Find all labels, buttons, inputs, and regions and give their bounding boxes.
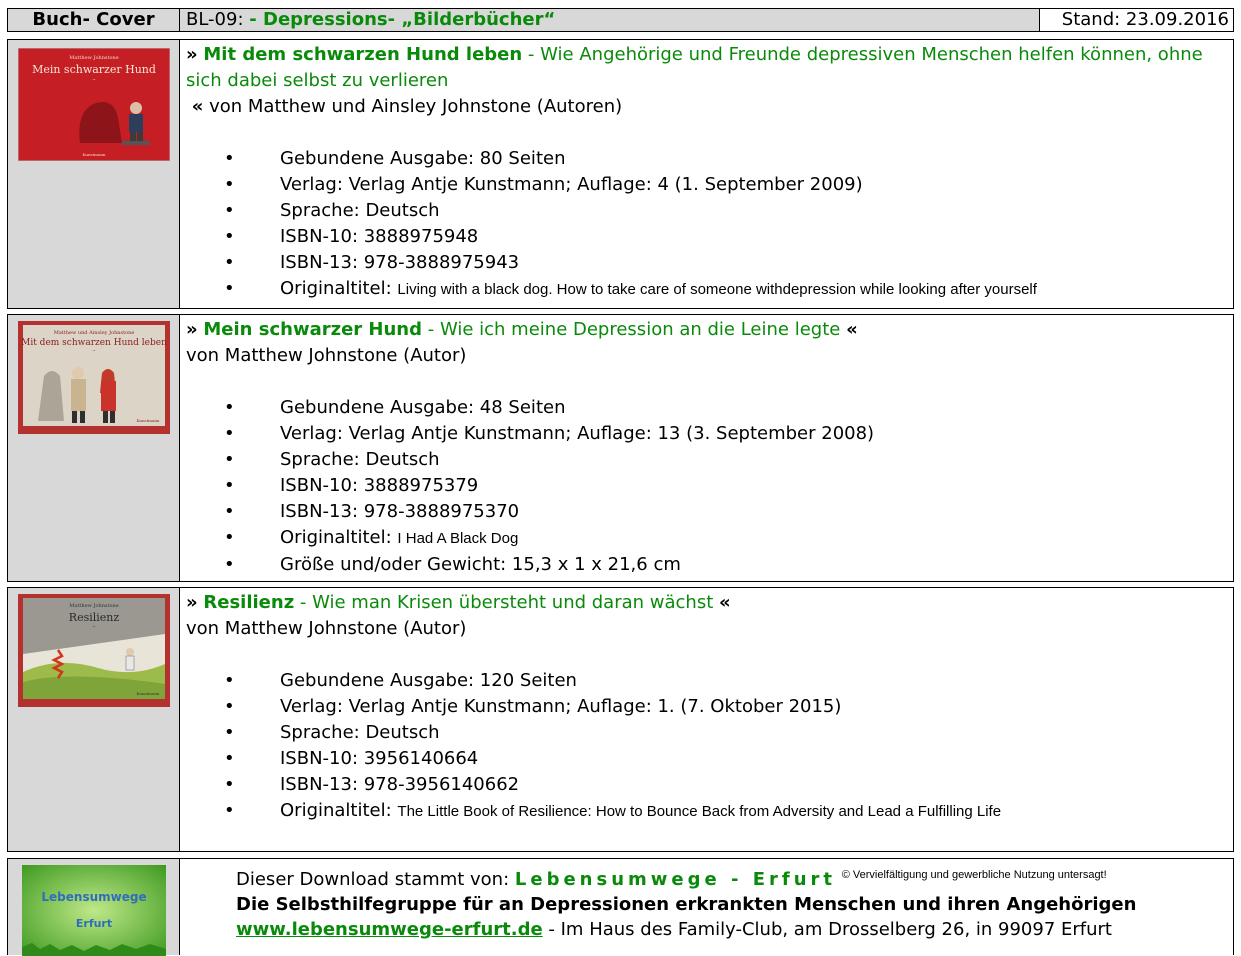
book-title-3: » Resilienz - Wie man Krisen übersteht u… <box>186 590 1227 616</box>
list-item: ISBN-10: 3956140664 <box>186 746 1227 772</box>
orig-value: Living with a black dog. How to take car… <box>397 281 1037 298</box>
list-item: Gebundene Ausgabe: 120 Seiten <box>186 668 1227 694</box>
close-quote: « <box>846 319 858 340</box>
book-details-list-1: Gebundene Ausgabe: 80 Seiten Verlag: Ver… <box>186 146 1227 303</box>
close-quote: « <box>191 96 204 117</box>
book-row-2: Matthew und Ainsley Johnstone Mit dem sc… <box>7 314 1234 582</box>
book-details-list-3: Gebundene Ausgabe: 120 Seiten Verlag: Ve… <box>186 668 1227 825</box>
cover-title-text-3: Resilienz <box>69 611 120 624</box>
book-details-list-2: Gebundene Ausgabe: 48 Seiten Verlag: Ver… <box>186 395 1227 578</box>
book-details-2: » Mein schwarzer Hund - Wie ich meine De… <box>180 315 1233 581</box>
book-cover-cell-2: Matthew und Ainsley Johnstone Mit dem sc… <box>8 315 180 581</box>
header-code: BL-09: <box>186 9 244 30</box>
book-authors-2: von Matthew Johnstone (Autor) <box>186 345 467 366</box>
svg-text:~: ~ <box>92 348 95 353</box>
book-row-3: Matthew Johnstone Resilienz ~ Kunstmann … <box>7 587 1234 852</box>
book-title-1: » Mit dem schwarzen Hund leben - Wie Ang… <box>186 42 1227 94</box>
open-quote: » <box>186 592 198 613</box>
list-item: Verlag: Verlag Antje Kunstmann; Auflage:… <box>186 421 1227 447</box>
footer-text-cell: Dieser Download stammt von: Lebensumwege… <box>180 859 1233 955</box>
book-cover-image-1: Matthew Johnstone Mein schwarzer Hund ~ … <box>18 48 170 161</box>
orig-value: I Had A Black Dog <box>397 530 519 547</box>
book-cover-image-2: Matthew und Ainsley Johnstone Mit dem sc… <box>18 321 170 434</box>
cover-title-text-1: Mein schwarzer Hund <box>32 63 156 76</box>
header-title-cell: BL-09: - Depressions- „Bilderbücher“ <box>180 9 1040 31</box>
book-title-bold-2: Mein schwarzer Hund <box>203 319 423 340</box>
list-item-original-title: Originaltitel: I Had A Black Dog <box>186 525 1227 552</box>
website-link[interactable]: www.lebensumwege-erfurt.de <box>236 919 543 940</box>
orig-label: Originaltitel: <box>280 800 398 821</box>
lebensumwege-logo: Lebensumwege Erfurt <box>22 865 166 956</box>
list-item: Verlag: Verlag Antje Kunstmann; Auflage:… <box>186 694 1227 720</box>
book-cover-image-3: Matthew Johnstone Resilienz ~ Kunstmann <box>18 594 170 707</box>
list-item: Sprache: Deutsch <box>186 447 1227 473</box>
brand-name: Lebensumwege - Erfurt <box>514 869 836 890</box>
svg-text:Matthew Johnstone: Matthew Johnstone <box>69 55 118 61</box>
list-item: Größe und/oder Gewicht: 15,3 x 1 x 21,6 … <box>186 552 1227 578</box>
book-authors-1: « von Matthew und Ainsley Johnstone (Aut… <box>186 94 1227 120</box>
group-description: Die Selbsthilfegruppe für an Depressione… <box>236 894 1137 915</box>
book-title-2: » Mein schwarzer Hund - Wie ich meine De… <box>186 317 1227 343</box>
list-item: Verlag: Verlag Antje Kunstmann; Auflage:… <box>186 172 1227 198</box>
list-item: Gebundene Ausgabe: 48 Seiten <box>186 395 1227 421</box>
list-item: Gebundene Ausgabe: 80 Seiten <box>186 146 1227 172</box>
close-quote: « <box>719 592 731 613</box>
list-item: Sprache: Deutsch <box>186 198 1227 224</box>
footer-logo-cell: Lebensumwege Erfurt <box>8 859 180 956</box>
list-item-original-title: Originaltitel: Living with a black dog. … <box>186 276 1227 303</box>
svg-text:Matthew und Ainsley Johnstone: Matthew und Ainsley Johnstone <box>54 330 135 336</box>
header-row: Buch- Cover BL-09: - Depressions- „Bilde… <box>7 8 1234 32</box>
copyright-note: © Vervielfältigung und gewerbliche Nutzu… <box>841 869 1107 881</box>
list-item: ISBN-10: 3888975379 <box>186 473 1227 499</box>
svg-text:~: ~ <box>92 77 95 82</box>
book-title-bold-1: Mit dem schwarzen Hund leben <box>203 44 523 65</box>
header-date: Stand: 23.09.2016 <box>1061 9 1229 30</box>
header-title: - Depressions- „Bilderbücher“ <box>249 9 556 30</box>
list-item: ISBN-13: 978-3888975943 <box>186 250 1227 276</box>
book-cover-cell-1: Matthew Johnstone Mein schwarzer Hund ~ … <box>8 40 180 308</box>
list-item: ISBN-13: 978-3956140662 <box>186 772 1227 798</box>
footer-download-line: Dieser Download stammt von: Lebensumwege… <box>236 863 1233 892</box>
book-title-bold-3: Resilienz <box>203 592 295 613</box>
list-item: Sprache: Deutsch <box>186 720 1227 746</box>
logo-line-2: Erfurt <box>76 917 112 930</box>
book-row-1: Matthew Johnstone Mein schwarzer Hund ~ … <box>7 39 1234 309</box>
download-text: Dieser Download stammt von: <box>236 869 515 890</box>
footer-address-line: www.lebensumwege-erfurt.de - Im Haus des… <box>236 917 1233 942</box>
cover-title-text-2: Mit dem schwarzen Hund leben <box>21 338 167 348</box>
svg-text:Kunstmann: Kunstmann <box>136 418 159 423</box>
svg-text:~: ~ <box>92 624 95 629</box>
list-item-original-title: Originaltitel: The Little Book of Resili… <box>186 798 1227 825</box>
footer-row: Lebensumwege Erfurt Dieser Download stam… <box>7 858 1234 956</box>
book-authors-text-1: von Matthew und Ainsley Johnstone (Autor… <box>209 96 623 117</box>
book-subtitle-3: - Wie man Krisen übersteht und daran wäc… <box>294 592 719 613</box>
address-text: - Im Haus des Family-Club, am Drosselber… <box>542 919 1112 940</box>
logo-line-1: Lebensumwege <box>41 890 146 904</box>
book-details-1: » Mit dem schwarzen Hund leben - Wie Ang… <box>180 40 1233 308</box>
book-details-3: » Resilienz - Wie man Krisen übersteht u… <box>180 588 1233 851</box>
list-item: ISBN-13: 978-3888975370 <box>186 499 1227 525</box>
svg-text:Kunstmann: Kunstmann <box>136 691 159 696</box>
orig-label: Originaltitel: <box>280 527 398 548</box>
book-cover-cell-3: Matthew Johnstone Resilienz ~ Kunstmann <box>8 588 180 851</box>
open-quote: » <box>186 44 198 65</box>
open-quote: » <box>186 319 198 340</box>
book-authors-3: von Matthew Johnstone (Autor) <box>186 618 467 639</box>
list-item: ISBN-10: 3888975948 <box>186 224 1227 250</box>
header-cover-label: Buch- Cover <box>8 9 180 31</box>
svg-text:Kunstmann: Kunstmann <box>82 152 105 157</box>
book-subtitle-2: - Wie ich meine Depression an die Leine … <box>422 319 847 340</box>
svg-text:Matthew Johnstone: Matthew Johnstone <box>69 603 118 609</box>
orig-label: Originaltitel: <box>280 278 398 299</box>
orig-value: The Little Book of Resilience: How to Bo… <box>397 803 1002 820</box>
